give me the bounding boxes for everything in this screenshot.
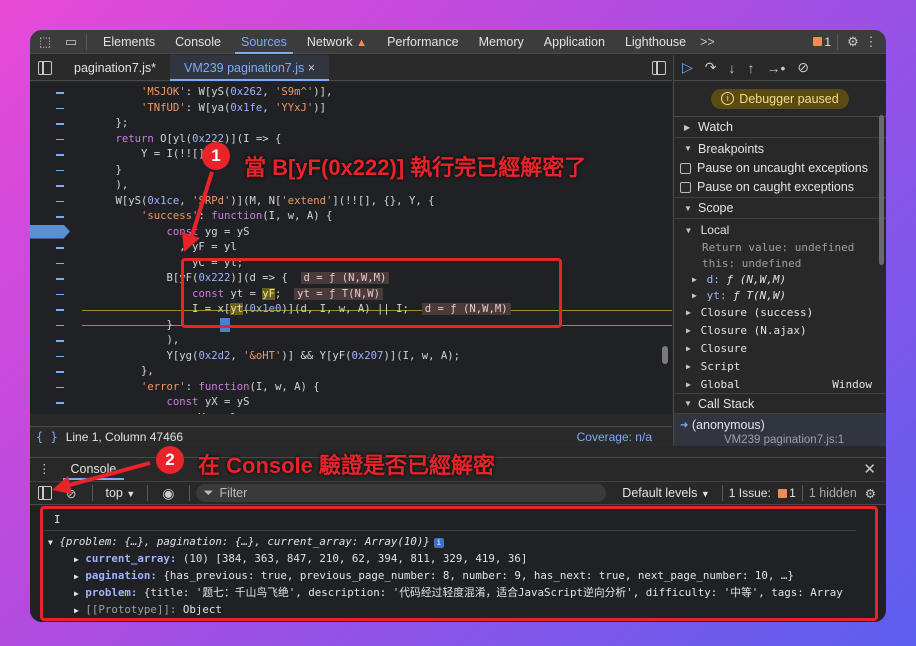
arrow-1-line xyxy=(188,171,214,243)
annotation-arrows xyxy=(52,171,214,494)
step-2-caption: 在 Console 驗證是否已經解密 xyxy=(198,453,496,478)
step-1-badge: 1 xyxy=(202,142,230,170)
step-1-caption: 當 B[yF(0x222)] 執行完已經解密了 xyxy=(244,155,587,180)
arrow-1-head xyxy=(182,232,200,252)
arrow-2-line xyxy=(65,461,151,488)
step-2-badge: 2 xyxy=(156,446,184,474)
arrow-2-head xyxy=(52,476,72,494)
